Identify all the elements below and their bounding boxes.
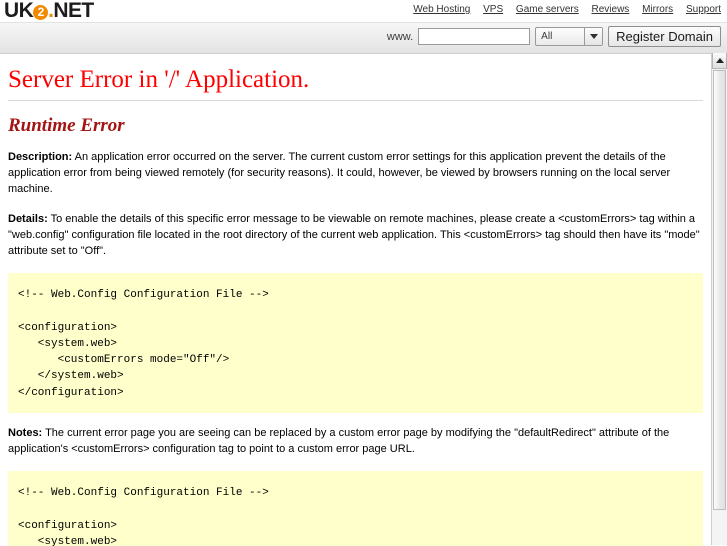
details-paragraph: Details: To enable the details of this s…	[8, 211, 703, 259]
domain-search-group: www. All Register Domain	[387, 26, 721, 47]
description-label: Description:	[8, 151, 72, 163]
www-label: www.	[387, 31, 413, 43]
notes-paragraph: Notes: The current error page you are se…	[8, 425, 703, 457]
code-block-custom-errors-off: <!-- Web.Config Configuration File --> <…	[8, 273, 703, 413]
notes-label: Notes:	[8, 427, 42, 439]
page-viewport: Server Error in '/' Application. Runtime…	[0, 54, 727, 546]
logo-text-uk: UK	[4, 0, 33, 22]
details-label: Details:	[8, 213, 48, 225]
logo-text-net: NET	[53, 0, 93, 22]
tld-select[interactable]: All	[535, 27, 603, 46]
code-block-custom-errors-remoteonly: <!-- Web.Config Configuration File --> <…	[8, 471, 703, 546]
title-divider	[8, 100, 703, 101]
details-text: To enable the details of this specific e…	[8, 213, 700, 257]
description-text: An application error occurred on the ser…	[8, 151, 670, 195]
site-logo[interactable]: UK2.NET	[4, 0, 94, 22]
scroll-up-button[interactable]	[712, 53, 727, 69]
nav-link-support[interactable]: Support	[686, 4, 721, 15]
notes-text: The current error page you are seeing ca…	[8, 427, 669, 455]
section-title-runtime-error: Runtime Error	[8, 115, 703, 137]
register-domain-button[interactable]: Register Domain	[608, 26, 721, 47]
logo-orb-icon: 2	[33, 5, 48, 20]
tld-select-value: All	[536, 31, 552, 42]
nav-link-web-hosting[interactable]: Web Hosting	[413, 4, 470, 15]
chevron-down-icon[interactable]	[584, 28, 602, 45]
domain-search-input[interactable]	[418, 28, 530, 45]
scrollbar-track[interactable]	[712, 70, 727, 545]
top-navigation: Web Hosting VPS Game servers Reviews Mir…	[413, 3, 721, 17]
nav-link-mirrors[interactable]: Mirrors	[642, 4, 673, 15]
description-paragraph: Description: An application error occurr…	[8, 149, 703, 197]
vertical-scrollbar[interactable]	[711, 53, 727, 545]
scrollbar-thumb[interactable]	[713, 70, 726, 510]
domain-search-bar: www. All Register Domain	[0, 23, 727, 54]
brand-bar: UK2.NET Web Hosting VPS Game servers Rev…	[0, 0, 727, 23]
page-title: Server Error in '/' Application.	[8, 66, 703, 100]
nav-link-vps[interactable]: VPS	[483, 4, 503, 15]
error-page-content: Server Error in '/' Application. Runtime…	[0, 54, 711, 546]
nav-link-game-servers[interactable]: Game servers	[516, 4, 579, 15]
scroll-up-arrow-icon	[716, 58, 724, 63]
nav-link-reviews[interactable]: Reviews	[592, 4, 630, 15]
